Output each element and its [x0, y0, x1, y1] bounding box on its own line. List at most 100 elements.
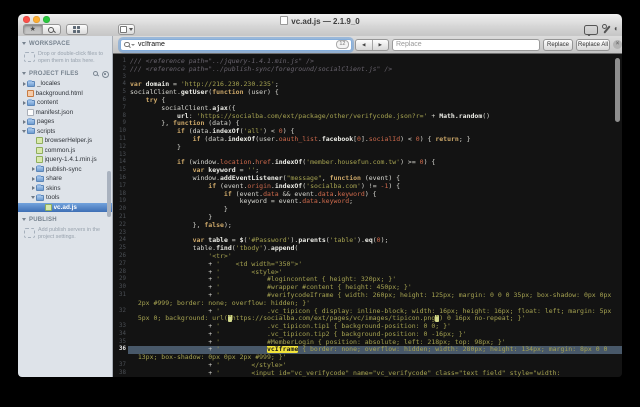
code-text: socialClient.ajax({ [128, 105, 622, 113]
code-text: window.addEventListener("message", funct… [128, 175, 622, 183]
tree-item-share[interactable]: share [18, 174, 112, 184]
sidebar: WORKSPACE Drop or double-click files to … [18, 36, 113, 377]
code-row[interactable]: 15 var keyword = ''; [113, 167, 622, 175]
code-row[interactable]: 30 + ' #wrapper #content { height: 450px… [113, 284, 622, 292]
code-editor[interactable]: 1/// <reference path="../jquery-1.4.1.mi… [113, 54, 622, 377]
tree-item-background.html[interactable]: background.html [18, 89, 112, 99]
code-row[interactable]: 36 + ' vcIframe { border: none; overflow… [113, 346, 622, 354]
code-row[interactable]: 3 [113, 74, 622, 82]
code-row[interactable]: 11 if (data.indexOf(user.oauth_list.face… [113, 136, 622, 144]
document-icon [280, 16, 288, 25]
code-row[interactable]: 24 var table = $('#Password').parents('t… [113, 237, 622, 245]
code-row[interactable]: 13px; box-shadow: 0px 0px 2px #999; }' [113, 354, 622, 362]
publish-section-header[interactable]: PUBLISH [18, 215, 112, 224]
code-row[interactable]: 22 }, false); [113, 222, 622, 230]
find-next-button[interactable]: ▶ [372, 40, 389, 50]
navigator-tab-button[interactable] [42, 25, 61, 34]
comment-bubble-icon[interactable] [584, 25, 598, 35]
code-text: if (event.data && event.data.keyword) { [128, 191, 622, 199]
close-findbar-button[interactable]: × [613, 40, 622, 49]
code-row[interactable]: 2/// <reference path="../publish-sync/fo… [113, 66, 622, 74]
tree-item-skins[interactable]: skins [18, 184, 112, 194]
wrench-icon[interactable] [602, 25, 612, 35]
tree-item-scripts[interactable]: scripts [18, 127, 112, 137]
tree-item-tools[interactable]: tools [18, 193, 112, 203]
code-row[interactable]: 13 [113, 152, 622, 160]
code-row[interactable]: 2px #999; border: none; overflow: hidden… [113, 300, 622, 308]
projects-button[interactable] [66, 24, 88, 35]
code-row[interactable]: 8 url: 'https://socialba.com/ext/package… [113, 113, 622, 121]
code-text: } [128, 144, 622, 152]
gear-icon[interactable] [102, 71, 109, 78]
find-previous-button[interactable]: ◀ [356, 40, 372, 50]
tree-item-publish-sync[interactable]: publish-sync [18, 165, 112, 175]
code-row[interactable]: 31 + ' #verifycodeIframe { width: 260px;… [113, 292, 622, 300]
tree-item-_locales[interactable]: _locales [18, 79, 112, 89]
code-row[interactable]: 38 + ' <input id="vc_verifycode" name="v… [113, 370, 622, 377]
code-row[interactable]: 14 if (window.location.href.indexOf('mem… [113, 159, 622, 167]
line-number: 20 [113, 206, 128, 214]
replace-input[interactable]: Replace [392, 39, 540, 51]
code-row[interactable]: 4var domain = 'http://216.230.230.235'; [113, 81, 622, 89]
code-row[interactable]: 12 } [113, 144, 622, 152]
code-row[interactable]: 16 window.addEventListener("message", fu… [113, 175, 622, 183]
scope-dropdown-button[interactable] [118, 24, 135, 35]
code-row[interactable]: 37 + ' </style>' [113, 362, 622, 370]
project-files-section-header[interactable]: PROJECT FILES [18, 69, 112, 78]
workspace-section-header[interactable]: WORKSPACE [18, 39, 112, 48]
code-row[interactable]: 5px 0; background: url(“https://socialba… [113, 315, 622, 323]
code-row[interactable]: 10 if (data.indexOf('all') < 0) { [113, 128, 622, 136]
code-row[interactable]: 26 '<tr>' [113, 253, 622, 261]
line-number: 11 [113, 136, 128, 144]
code-row[interactable]: 21 } [113, 214, 622, 222]
code-row[interactable]: 27 + ' <td width="350">' [113, 261, 622, 269]
folder-icon [36, 185, 44, 191]
code-row[interactable]: 7 socialClient.ajax({ [113, 105, 622, 113]
code-text: } [128, 214, 622, 222]
tree-item-vc.ad.js[interactable]: vc.ad.js [18, 203, 112, 213]
code-row[interactable]: 34 + ' .vc_tipicon.tip2 { background-pos… [113, 331, 622, 339]
file-label: scripts [37, 128, 55, 135]
line-number: 24 [113, 237, 128, 245]
search-value: vcIframe [138, 41, 336, 48]
replace-button[interactable]: Replace [543, 39, 573, 51]
tree-item-browserHelper.js[interactable]: browserHelper.js [18, 136, 112, 146]
file-label: share [46, 175, 62, 182]
code-row[interactable]: 9 }, function (data) { [113, 120, 622, 128]
code-row[interactable]: 6 try { [113, 97, 622, 105]
filter-search-icon[interactable] [92, 70, 99, 77]
code-row[interactable]: 5socialClient.getUser(function (user) { [113, 89, 622, 97]
tree-item-content[interactable]: content [18, 98, 112, 108]
code-row[interactable]: 28 + ' <style>' [113, 269, 622, 277]
sidebar-scrollbar-thumb[interactable] [107, 171, 111, 217]
workspace-tab-button[interactable]: ★ [24, 25, 42, 34]
search-input[interactable]: vcIframe 12 [120, 39, 352, 51]
code-row[interactable]: 35 + ' #MemberLogin { position: absolute… [113, 339, 622, 347]
code-row[interactable]: 19 keyword = event.data.keyword; [113, 198, 622, 206]
code-row[interactable]: 18 if (event.data && event.data.keyword)… [113, 191, 622, 199]
tree-item-pages[interactable]: pages [18, 117, 112, 127]
tree-item-manifest.json[interactable]: manifest.json [18, 108, 112, 118]
tree-item-common.js[interactable]: common.js [18, 146, 112, 156]
code-row[interactable]: 29 + ' #logincontent { height: 320px; }' [113, 276, 622, 284]
contrast-toggle-icon[interactable]: ◐ [614, 25, 619, 33]
code-row[interactable]: 32 + ' .vc_tipicon { display: inline-blo… [113, 308, 622, 316]
search-icon [123, 41, 131, 49]
find-bar: vcIframe 12 ◀ ▶ Replace Replace Replace … [113, 36, 622, 54]
code-text: socialClient.getUser(function (user) { [128, 89, 622, 97]
grid-icon [73, 26, 81, 33]
file-tree: _localesbackground.htmlcontentmanifest.j… [18, 79, 112, 212]
code-row[interactable]: 17 if (event.origin.indexOf('socialba.co… [113, 183, 622, 191]
code-row[interactable]: 23 [113, 230, 622, 238]
code-row[interactable]: 1/// <reference path="../jquery-1.4.1.mi… [113, 58, 622, 66]
code-text: if (window.location.href.indexOf('member… [128, 159, 622, 167]
line-number: 32 [113, 308, 128, 316]
code-row[interactable]: 33 + ' .vc_tipicon.tip1 { background-pos… [113, 323, 622, 331]
code-row[interactable]: 20 } [113, 206, 622, 214]
search-options-chevron-icon[interactable] [131, 44, 135, 46]
line-number: 2 [113, 66, 128, 74]
code-row[interactable]: 25 table.find('tbody').append( [113, 245, 622, 253]
tree-item-jquery-1.4.1.min.js[interactable]: jquery-1.4.1.min.js [18, 155, 112, 165]
editor-scrollbar-thumb[interactable] [615, 58, 620, 122]
replace-all-button[interactable]: Replace All [576, 39, 610, 51]
